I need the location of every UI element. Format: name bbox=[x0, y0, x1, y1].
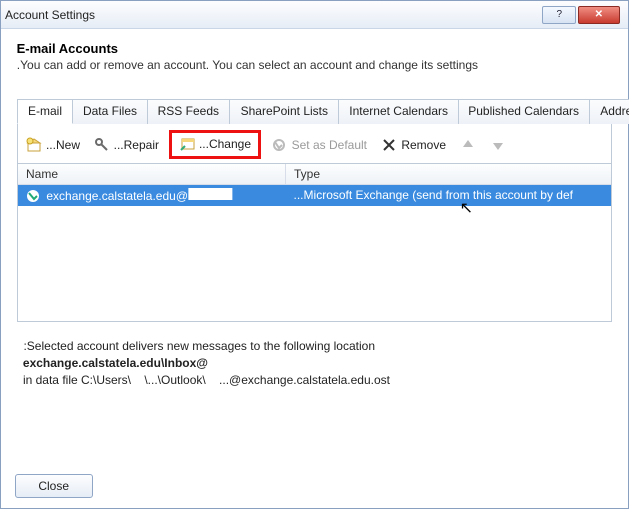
tab-internet-calendars[interactable]: Internet Calendars bbox=[338, 99, 459, 124]
footer: Close bbox=[15, 474, 93, 498]
account-list: Name Type @exchange.calstatela.edu Micro… bbox=[17, 164, 612, 322]
row-name-cell: @exchange.calstatela.edu bbox=[18, 185, 286, 206]
set-default-button: Set as Default bbox=[267, 135, 370, 155]
tab-sharepoint-lists[interactable]: SharePoint Lists bbox=[229, 99, 338, 124]
change-highlight: Change... bbox=[169, 130, 261, 159]
list-row[interactable]: @exchange.calstatela.edu Microsoft Excha… bbox=[18, 185, 611, 206]
account-default-icon bbox=[26, 189, 40, 203]
repair-button[interactable]: Repair... bbox=[90, 135, 163, 155]
remove-icon bbox=[381, 137, 397, 153]
tab-published-calendars[interactable]: Published Calendars bbox=[458, 99, 591, 124]
tab-strip: E-mail Data Files RSS Feeds SharePoint L… bbox=[17, 98, 612, 124]
page-title: E-mail Accounts bbox=[17, 41, 612, 56]
info-location: @exchange.calstatela.edu\Inbox bbox=[23, 356, 606, 370]
arrow-down-icon bbox=[490, 137, 506, 153]
window-title: Account Settings bbox=[5, 8, 95, 22]
titlebar-buttons: ? ✕ bbox=[542, 6, 620, 24]
tab-address-books[interactable]: Address Books bbox=[589, 99, 629, 124]
content-area: E-mail Accounts You can add or remove an… bbox=[1, 29, 628, 404]
page-subtitle: You can add or remove an account. You ca… bbox=[17, 58, 612, 72]
info-block: Selected account delivers new messages t… bbox=[17, 322, 612, 396]
help-button[interactable]: ? bbox=[542, 6, 576, 24]
col-header-type[interactable]: Type bbox=[286, 164, 611, 184]
change-icon bbox=[179, 136, 195, 152]
tab-data-files[interactable]: Data Files bbox=[72, 99, 148, 124]
move-down-button bbox=[486, 135, 510, 155]
change-button[interactable]: Change... bbox=[175, 134, 255, 154]
list-header: Name Type bbox=[18, 164, 611, 185]
default-icon bbox=[271, 137, 287, 153]
row-name-text: @exchange.calstatela.edu bbox=[46, 189, 188, 203]
tab-email[interactable]: E-mail bbox=[17, 99, 73, 124]
col-header-name[interactable]: Name bbox=[18, 164, 286, 184]
repair-icon bbox=[94, 137, 110, 153]
redacted bbox=[188, 188, 232, 200]
toolbar: New... Repair... Change... bbox=[17, 124, 612, 164]
remove-button[interactable]: Remove bbox=[377, 135, 450, 155]
close-window-button[interactable]: ✕ bbox=[578, 6, 620, 24]
info-path: in data file C:\Users\ \...\Outlook\ ...… bbox=[23, 373, 606, 387]
new-icon bbox=[26, 137, 42, 153]
account-settings-window: Account Settings ? ✕ E-mail Accounts You… bbox=[0, 0, 629, 509]
close-button[interactable]: Close bbox=[15, 474, 93, 498]
info-intro: Selected account delivers new messages t… bbox=[23, 339, 606, 353]
mouse-cursor-icon: ↖ bbox=[460, 198, 473, 218]
new-button[interactable]: New... bbox=[22, 135, 84, 155]
row-type-cell: Microsoft Exchange (send from this accou… bbox=[286, 185, 611, 206]
move-up-button bbox=[456, 135, 480, 155]
titlebar: Account Settings ? ✕ bbox=[1, 1, 628, 29]
tab-rss-feeds[interactable]: RSS Feeds bbox=[147, 99, 230, 124]
arrow-up-icon bbox=[460, 137, 476, 153]
